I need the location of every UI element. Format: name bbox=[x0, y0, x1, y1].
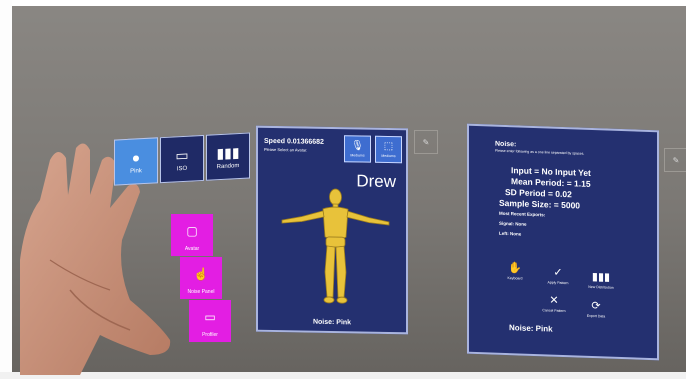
noise-random-label: Random bbox=[216, 162, 240, 170]
stats-noise-label: Noise: Pink bbox=[509, 323, 553, 334]
profiler-button-label: Profiler bbox=[202, 332, 218, 338]
book-icon: ▭ bbox=[175, 146, 189, 163]
stats-panel: Noise: Please enter following as a one l… bbox=[467, 123, 659, 361]
profiler-button[interactable]: ▭ Profiler bbox=[189, 300, 231, 342]
apply-pattern-button[interactable]: ✓ Apply Pattern bbox=[538, 266, 578, 286]
close-icon: ✕ bbox=[549, 294, 559, 307]
noise-pink-button[interactable]: ● Pink bbox=[114, 137, 158, 186]
bar-chart-icon: ▮▮▮ bbox=[591, 271, 611, 284]
noise-panel-button[interactable]: ☝ Noise Panel bbox=[180, 257, 222, 299]
noise-panel-button-label: Noise Panel bbox=[187, 289, 215, 295]
recent-exports-label: Most Recent Exports: bbox=[499, 210, 546, 218]
noise-iso-button[interactable]: ▭ ISO bbox=[160, 134, 204, 184]
cube-icon: ▢ bbox=[186, 224, 198, 238]
noise-random-button[interactable]: ▮▮▮ Random bbox=[206, 132, 250, 181]
new-distribution-button[interactable]: ▮▮▮ New Distribution bbox=[581, 271, 621, 290]
avatar-panel: Speed 0.01366682 Please Select an Avatar… bbox=[256, 125, 408, 335]
hand-pointer-icon: ☝ bbox=[193, 267, 209, 281]
apply-pattern-label: Apply Pattern bbox=[547, 280, 569, 286]
medium-cube-button[interactable]: ⬚ Mediums bbox=[375, 135, 402, 164]
left-readout: Left: None bbox=[499, 230, 522, 237]
new-distribution-label: New Distribution bbox=[588, 284, 614, 290]
pin-button[interactable]: ✎ bbox=[664, 148, 686, 172]
sample-size-readout: Sample Size: = 5000 bbox=[499, 197, 581, 211]
pin-icon: ✎ bbox=[422, 137, 430, 147]
avatar-noise-label: Noise: Pink bbox=[312, 318, 352, 327]
book-icon: ▭ bbox=[204, 310, 216, 324]
cube-icon: ⬚ bbox=[383, 140, 394, 153]
noise-iso-label: ISO bbox=[176, 165, 188, 172]
medium-mic-button[interactable]: 🎙 Mediums bbox=[344, 135, 371, 163]
avatar-button-label: Avatar bbox=[184, 246, 200, 252]
refresh-icon: ⟳ bbox=[591, 299, 601, 313]
avatar-instructions: Please Select an Avatar. bbox=[264, 146, 308, 153]
pin-button[interactable]: ✎ bbox=[414, 130, 438, 154]
export-data-label: Export Data bbox=[586, 313, 606, 319]
hand-icon: ✋ bbox=[508, 262, 522, 275]
avatar-button[interactable]: ▢ Avatar bbox=[171, 214, 213, 256]
stats-instructions: Please enter following as a one line sep… bbox=[495, 148, 585, 156]
circle-icon: ● bbox=[131, 148, 141, 166]
mixed-reality-scene: ● Pink ▭ ISO ▮▮▮ Random ▢ Avatar ☝ Noise… bbox=[0, 0, 686, 379]
keyboard-label: Keyboard bbox=[507, 276, 523, 281]
keyboard-button[interactable]: ✋ Keyboard bbox=[495, 262, 535, 281]
microphone-icon: 🎙 bbox=[351, 140, 364, 152]
cancel-pattern-button[interactable]: ✕ Cancel Pattern bbox=[534, 294, 574, 314]
room-edge bbox=[0, 0, 686, 6]
medium-mic-label: Mediums bbox=[350, 153, 365, 158]
speed-readout: Speed 0.01366682 bbox=[264, 137, 324, 146]
pin-icon: ✎ bbox=[672, 155, 680, 165]
stats-title: Noise: bbox=[495, 140, 517, 149]
bar-chart-icon: ▮▮▮ bbox=[216, 143, 240, 161]
check-icon: ✓ bbox=[553, 266, 563, 279]
noise-pink-label: Pink bbox=[130, 167, 142, 175]
medium-cube-label: Mediums bbox=[381, 153, 396, 159]
signal-readout: Signal: None bbox=[499, 220, 527, 227]
noise-selector: ● Pink ▭ ISO ▮▮▮ Random bbox=[114, 132, 252, 186]
cancel-pattern-label: Cancel Pattern bbox=[542, 308, 566, 314]
export-data-button[interactable]: ⟳ Export Data bbox=[576, 299, 616, 318]
avatar-figure[interactable] bbox=[278, 186, 393, 308]
